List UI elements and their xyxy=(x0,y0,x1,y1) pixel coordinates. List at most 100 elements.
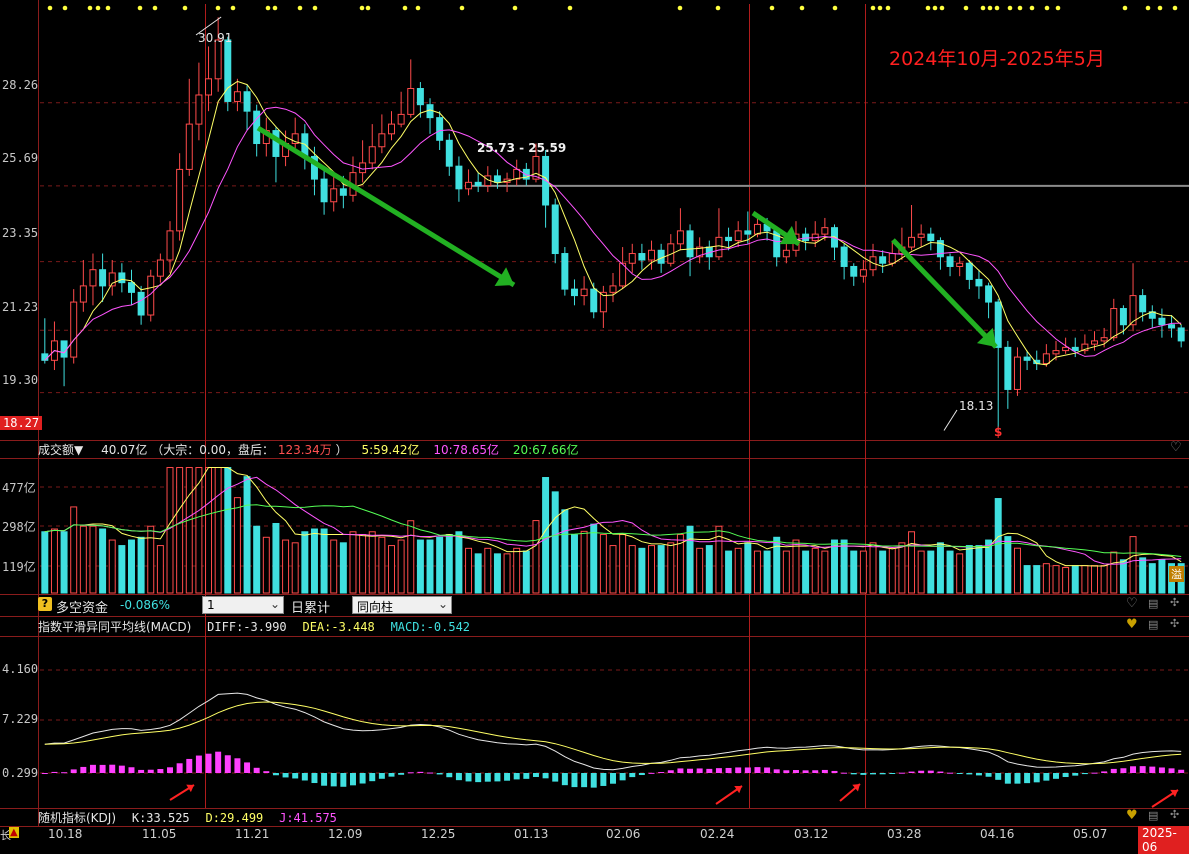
volume-bar xyxy=(782,550,790,594)
fund-help-icon[interactable]: ? xyxy=(38,597,52,611)
macd-title[interactable]: 指数平滑异同平均线(MACD) xyxy=(38,618,191,635)
macd-heart-icon[interactable]: ♥ xyxy=(1126,617,1138,632)
volume-bar xyxy=(985,539,993,594)
macd-histogram-bar xyxy=(677,768,684,773)
macd-value: MACD:-0.542 xyxy=(390,619,471,634)
macd-histogram-bar xyxy=(1110,768,1117,773)
volume-bar xyxy=(1071,565,1079,594)
volume-bar xyxy=(214,467,222,594)
volume-bar xyxy=(41,531,49,594)
volume-bar xyxy=(888,547,896,594)
macd-histogram-bar xyxy=(764,767,771,773)
volume-bar xyxy=(349,531,357,594)
volume-bar xyxy=(233,497,241,594)
candle-body xyxy=(224,39,232,102)
macd-histogram-bar xyxy=(465,773,472,782)
fund-settings-icon[interactable]: ▤ xyxy=(1148,597,1158,610)
kdj-d: D:29.499 xyxy=(205,810,264,825)
macd-histogram-bar xyxy=(918,770,925,773)
volume-bar xyxy=(965,545,973,594)
x-axis-date: 01.13 xyxy=(514,827,549,841)
event-marker-dot xyxy=(62,5,68,11)
macd-histogram-bar xyxy=(147,769,154,773)
x-axis-warn-icon[interactable]: ▲ xyxy=(9,827,19,838)
macd-histogram-bar xyxy=(215,751,222,773)
volume-bar xyxy=(936,542,944,594)
candle-body xyxy=(821,227,829,235)
volume-bar xyxy=(1158,559,1166,594)
volume-bar xyxy=(898,542,906,594)
candle-body xyxy=(1119,308,1127,326)
kdj-settings-icon[interactable]: ▤ xyxy=(1148,809,1158,822)
candle-body xyxy=(965,262,973,280)
volume-bar xyxy=(638,547,646,594)
macd-histogram-bar xyxy=(889,773,896,774)
candle-body xyxy=(1110,308,1118,339)
kdj-title[interactable]: 随机指标(KDJ) xyxy=(38,809,116,826)
macd-expand-icon[interactable]: ✣ xyxy=(1170,617,1179,630)
macd-diff: DIFF:-3.990 xyxy=(207,619,287,634)
volume-bar xyxy=(908,531,916,594)
macd-histogram-bar xyxy=(792,770,799,773)
x-axis-date: 05.07 xyxy=(1073,827,1108,841)
event-marker-dot xyxy=(832,5,838,11)
price-tick: 21.23 xyxy=(2,300,39,314)
macd-histogram-bar xyxy=(735,767,742,773)
volume-bar xyxy=(619,534,627,594)
macd-histogram-bar xyxy=(523,773,530,779)
candle-body xyxy=(561,253,569,290)
macd-histogram-bar xyxy=(99,764,106,773)
event-marker-dot xyxy=(987,5,993,11)
volume-bar xyxy=(1062,567,1070,594)
volume-bar xyxy=(1091,565,1098,594)
event-marker-dot xyxy=(297,5,303,11)
kdj-expand-icon[interactable]: ✣ xyxy=(1170,808,1179,821)
macd-tick: 7.229 xyxy=(2,712,39,726)
candle-body xyxy=(368,146,376,164)
candle-body xyxy=(1100,337,1108,342)
macd-histogram-bar xyxy=(1062,773,1069,778)
event-marker-dot xyxy=(95,5,101,11)
high-price-label: 30.91 xyxy=(198,31,233,45)
candle-body xyxy=(378,133,386,148)
volume-bar xyxy=(821,550,829,594)
price-tick: 19.30 xyxy=(2,373,39,387)
candle-body xyxy=(1004,346,1012,390)
candle-body xyxy=(985,285,993,303)
volume-bar xyxy=(522,550,530,594)
macd-histogram-bar xyxy=(985,773,992,777)
stock-chart-canvas[interactable] xyxy=(0,0,1189,844)
fund-style-select[interactable]: 同向柱 ⌄ xyxy=(352,596,452,614)
candle-body xyxy=(445,139,453,167)
macd-histogram-bar xyxy=(407,772,414,774)
volume-title[interactable]: 成交额▼ xyxy=(38,441,83,458)
x-axis-date: 11.21 xyxy=(235,827,270,841)
fund-heart-icon[interactable]: ♡ xyxy=(1126,596,1138,611)
event-marker-dot xyxy=(512,5,518,11)
volume-bar xyxy=(850,550,858,594)
macd-settings-icon[interactable]: ▤ xyxy=(1148,618,1158,631)
macd-histogram-bar xyxy=(446,773,453,778)
candle-body xyxy=(195,94,203,125)
macd-histogram-bar xyxy=(975,773,982,776)
fund-expand-icon[interactable]: ✣ xyxy=(1170,596,1179,609)
volume-bar xyxy=(272,522,280,594)
volume-favorite-heart-icon[interactable]: ♡ xyxy=(1170,440,1182,455)
event-marker-dot xyxy=(359,5,365,11)
kdj-j: J:41.575 xyxy=(279,810,337,825)
event-marker-dot xyxy=(980,5,986,11)
volume-bar xyxy=(705,545,713,594)
event-marker-dot xyxy=(963,5,969,11)
candle-body xyxy=(946,256,954,267)
resistance-label: 25.73 - 25.59 xyxy=(477,141,567,155)
kdj-heart-icon[interactable]: ♥ xyxy=(1126,808,1138,823)
candle-body xyxy=(994,301,1002,348)
fund-period-select[interactable]: 1 ⌄ xyxy=(202,596,284,614)
candle-body xyxy=(1071,346,1079,352)
candle-body xyxy=(205,78,213,96)
chevron-down-icon: ⌄ xyxy=(269,597,280,611)
volume-tick: 119亿 xyxy=(2,560,36,574)
macd-histogram-bar xyxy=(494,773,501,782)
macd-histogram-bar xyxy=(1033,773,1040,783)
macd-histogram-bar xyxy=(908,771,915,773)
